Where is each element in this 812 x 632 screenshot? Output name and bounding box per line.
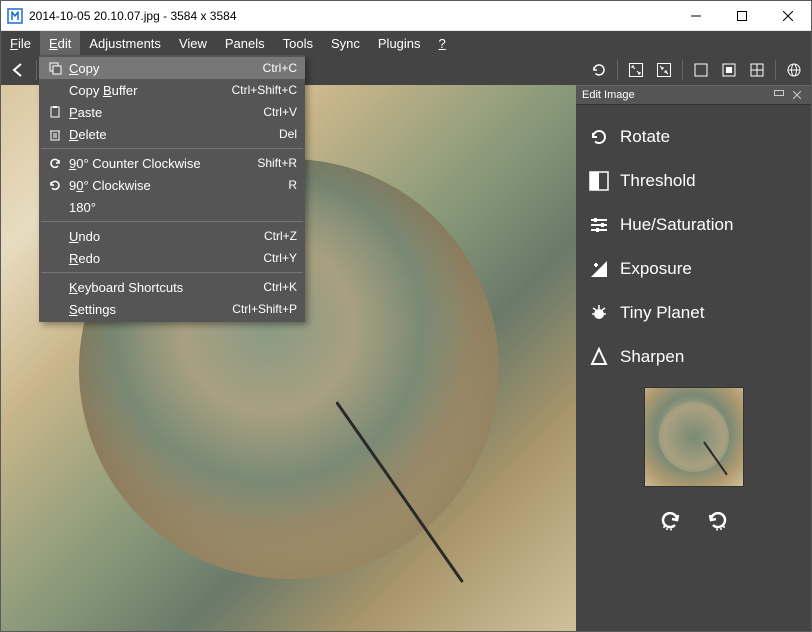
panel-body: Rotate Threshold Hue/Saturation Exposure… xyxy=(576,105,811,631)
menu-undo[interactable]: Undo Ctrl+Z xyxy=(39,225,305,247)
panel-title: Edit Image xyxy=(582,89,635,101)
titlebar: 2014-10-05 20.10.07.jpg - 3584 x 3584 xyxy=(1,1,811,31)
actual-size-icon[interactable] xyxy=(651,57,677,83)
op-threshold[interactable]: Threshold xyxy=(588,159,799,203)
rotate-buttons xyxy=(655,505,733,535)
op-huesat[interactable]: Hue/Saturation xyxy=(588,203,799,247)
op-tinyplanet[interactable]: Tiny Planet xyxy=(588,291,799,335)
menu-panels[interactable]: Panels xyxy=(216,31,274,55)
edit-dropdown: Copy Ctrl+C Copy Buffer Ctrl+Shift+C Pas… xyxy=(39,55,305,322)
minimize-button[interactable] xyxy=(673,1,719,31)
toolbar-separator xyxy=(617,60,618,80)
side-panel: Edit Image Rotate Threshold Hue/Saturati… xyxy=(576,85,811,631)
menu-edit[interactable]: Edit xyxy=(40,31,80,55)
panel-undock-icon[interactable] xyxy=(771,87,787,103)
app-icon xyxy=(7,8,23,24)
menu-rotate-ccw[interactable]: 90° Counter Clockwise Shift+R xyxy=(39,152,305,174)
op-rotate[interactable]: Rotate xyxy=(588,115,799,159)
menu-rotate-180[interactable]: 180° xyxy=(39,196,305,218)
rotate-ccw-button[interactable] xyxy=(655,505,685,535)
thumbnail-area xyxy=(588,387,799,535)
menu-paste[interactable]: Paste Ctrl+V xyxy=(39,101,305,123)
toolbar-separator xyxy=(36,60,37,80)
menu-adjustments[interactable]: Adjustments xyxy=(80,31,170,55)
square3-icon[interactable] xyxy=(744,57,770,83)
delete-icon xyxy=(45,126,65,142)
copy-icon xyxy=(45,60,65,76)
sharpen-icon xyxy=(588,346,610,368)
menu-redo[interactable]: Redo Ctrl+Y xyxy=(39,247,305,269)
menu-separator xyxy=(41,272,303,273)
menu-delete[interactable]: Delete Del xyxy=(39,123,305,145)
rotate-ccw-icon xyxy=(45,155,65,171)
menu-settings[interactable]: Settings Ctrl+Shift+P xyxy=(39,298,305,320)
threshold-icon xyxy=(588,170,610,192)
maximize-button[interactable] xyxy=(719,1,765,31)
close-button[interactable] xyxy=(765,1,811,31)
op-sharpen[interactable]: Sharpen xyxy=(588,335,799,379)
menu-sync[interactable]: Sync xyxy=(322,31,369,55)
square1-icon[interactable] xyxy=(688,57,714,83)
op-label: Sharpen xyxy=(620,347,684,367)
paste-icon xyxy=(45,104,65,120)
menu-copy[interactable]: Copy Ctrl+C xyxy=(39,57,305,79)
menu-keyboard-shortcuts[interactable]: Keyboard Shortcuts Ctrl+K xyxy=(39,276,305,298)
refresh-icon[interactable] xyxy=(586,57,612,83)
menu-help[interactable]: ? xyxy=(430,31,455,55)
op-label: Rotate xyxy=(620,127,670,147)
rotate-cw-button[interactable] xyxy=(703,505,733,535)
menu-view[interactable]: View xyxy=(170,31,216,55)
toolbar-separator xyxy=(682,60,683,80)
menubar: File Edit Adjustments View Panels Tools … xyxy=(1,31,811,55)
menu-tools[interactable]: Tools xyxy=(274,31,322,55)
menu-file[interactable]: File xyxy=(1,31,40,55)
op-label: Tiny Planet xyxy=(620,303,704,323)
menu-plugins[interactable]: Plugins xyxy=(369,31,430,55)
window-controls xyxy=(673,1,811,31)
preview-thumbnail[interactable] xyxy=(644,387,744,487)
menu-separator xyxy=(41,221,303,222)
sliders-icon xyxy=(588,214,610,236)
menu-separator xyxy=(41,148,303,149)
square2-icon[interactable] xyxy=(716,57,742,83)
panel-header: Edit Image xyxy=(576,85,811,105)
op-label: Threshold xyxy=(620,171,696,191)
exposure-icon xyxy=(588,258,610,280)
panel-close-icon[interactable] xyxy=(789,87,805,103)
menu-copy-buffer[interactable]: Copy Buffer Ctrl+Shift+C xyxy=(39,79,305,101)
tinyplanet-icon xyxy=(588,302,610,324)
menu-rotate-cw[interactable]: 90° Clockwise R xyxy=(39,174,305,196)
rotate-icon xyxy=(588,126,610,148)
op-label: Exposure xyxy=(620,259,692,279)
back-button[interactable] xyxy=(5,57,31,83)
globe-icon[interactable] xyxy=(781,57,807,83)
window-title: 2014-10-05 20.10.07.jpg - 3584 x 3584 xyxy=(29,9,237,23)
op-exposure[interactable]: Exposure xyxy=(588,247,799,291)
toolbar-separator xyxy=(775,60,776,80)
fit-icon[interactable] xyxy=(623,57,649,83)
op-label: Hue/Saturation xyxy=(620,215,733,235)
rotate-cw-icon xyxy=(45,177,65,193)
